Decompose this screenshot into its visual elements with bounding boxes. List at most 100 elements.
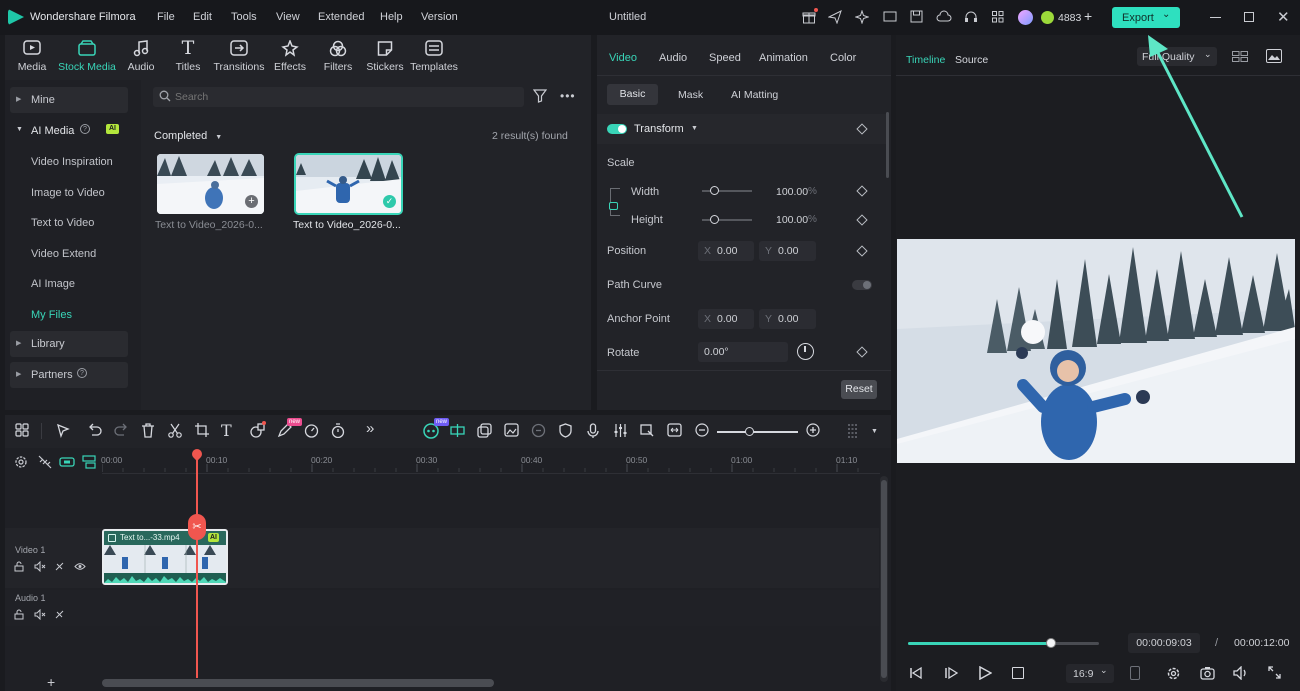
help-icon[interactable]: ? <box>80 124 90 134</box>
close-button[interactable]: ✕ <box>1277 8 1290 26</box>
voice-over-icon[interactable] <box>640 423 655 441</box>
subtab-ai-matting[interactable]: AI Matting <box>731 89 778 101</box>
unlink-icon[interactable] <box>38 455 52 472</box>
help-icon[interactable]: ? <box>77 368 87 378</box>
anchor-y-field[interactable]: Y 0.00 <box>759 309 816 329</box>
multicam-icon[interactable] <box>477 423 492 441</box>
search-box[interactable] <box>153 87 524 107</box>
lock-icon[interactable] <box>609 202 618 210</box>
sidebar-item-library[interactable]: ▶ Library <box>10 331 128 357</box>
stop-icon[interactable] <box>1012 667 1024 679</box>
subtab-basic[interactable]: Basic <box>607 84 658 105</box>
sidebar-item-image-to-video[interactable]: Image to Video <box>31 187 105 199</box>
playback-progress-track[interactable] <box>908 638 1099 648</box>
next-frame-icon[interactable] <box>944 666 959 683</box>
auto-sync-icon[interactable] <box>450 423 465 441</box>
track-manager-icon[interactable] <box>82 455 96 472</box>
previous-frame-icon[interactable] <box>909 666 923 683</box>
more-options-icon[interactable]: ••• <box>560 89 576 103</box>
preview-tab-source[interactable]: Source <box>955 54 988 66</box>
cloud-icon[interactable] <box>936 10 952 23</box>
speed-ramp-icon[interactable] <box>304 423 319 441</box>
fullscreen-icon[interactable] <box>1268 666 1281 682</box>
properties-scrollbar[interactable] <box>886 112 889 178</box>
mute-icon[interactable] <box>34 560 46 575</box>
zoom-slider[interactable] <box>717 427 798 436</box>
scissors-icon[interactable] <box>168 423 182 441</box>
avatar[interactable] <box>1018 10 1033 25</box>
menu-tools[interactable]: Tools <box>231 11 257 23</box>
add-icon[interactable]: + <box>245 195 258 208</box>
timeline-vertical-scrollbar[interactable] <box>880 476 888 682</box>
search-input[interactable] <box>175 89 505 105</box>
link-clips-icon[interactable] <box>59 456 75 471</box>
tab-templates[interactable]: Templates <box>406 38 462 76</box>
sidebar-item-my-files[interactable]: My Files <box>31 309 72 321</box>
aspect-ratio-dropdown[interactable]: 16:9 ⌄ <box>1066 664 1114 683</box>
monitor-icon[interactable] <box>883 11 897 23</box>
preview-tab-timeline[interactable]: Timeline <box>906 54 945 66</box>
menu-view[interactable]: View <box>276 11 300 23</box>
add-credits-icon[interactable]: + <box>1084 8 1092 24</box>
zoom-in-icon[interactable] <box>806 423 820 440</box>
caret-down-icon[interactable]: ▼ <box>691 125 698 132</box>
reset-button[interactable]: Reset <box>841 380 877 399</box>
sidebar-item-ai-image[interactable]: AI Image <box>31 278 75 290</box>
media-thumbnail[interactable]: + <box>157 154 264 214</box>
height-value[interactable]: 100.00 <box>776 214 808 226</box>
sidebar-item-partners[interactable]: ▶ Partners ? <box>10 362 128 388</box>
filter-icon[interactable] <box>532 89 548 106</box>
add-track-icon[interactable]: + <box>47 674 55 690</box>
play-icon[interactable] <box>978 665 993 683</box>
gift-icon[interactable] <box>802 10 816 24</box>
completed-filter-dropdown[interactable]: Completed ▼ <box>154 130 222 142</box>
crop-icon[interactable] <box>195 423 209 440</box>
menu-help[interactable]: Help <box>380 11 403 23</box>
lock-icon[interactable] <box>14 561 24 575</box>
camera-snapshot-icon[interactable] <box>1200 666 1215 683</box>
tab-media[interactable]: Media <box>4 38 60 76</box>
menu-file[interactable]: File <box>157 11 175 23</box>
sidebar-item-video-extend[interactable]: Video Extend <box>31 248 96 260</box>
zoom-out-icon[interactable] <box>695 423 709 440</box>
lock-icon[interactable] <box>14 609 24 623</box>
path-curve-toggle[interactable] <box>852 280 872 290</box>
timeline-video-clip[interactable]: Text to...-33.mp4 AI <box>102 529 228 585</box>
menu-edit[interactable]: Edit <box>193 11 212 23</box>
sidebar-item-mine[interactable]: ▶ Mine <box>10 87 128 113</box>
audio-mixer-icon[interactable] <box>613 423 628 441</box>
minimize-button[interactable] <box>1210 17 1221 18</box>
redo-icon[interactable] <box>114 423 129 440</box>
timeline-options-icon[interactable] <box>846 423 860 442</box>
timeline-horizontal-scrollbar[interactable] <box>102 679 494 687</box>
text-tool-icon[interactable]: T <box>221 421 232 440</box>
tab-color[interactable]: Color <box>830 52 856 64</box>
preview-video[interactable] <box>897 239 1295 463</box>
rotate-dial-icon[interactable] <box>797 343 814 360</box>
media-thumbnail-selected[interactable]: ✓ <box>294 153 403 215</box>
send-icon[interactable] <box>828 10 842 24</box>
playhead-line[interactable] <box>196 455 198 678</box>
shield-icon[interactable] <box>559 423 572 441</box>
maximize-button[interactable] <box>1244 12 1254 22</box>
width-value[interactable]: 100.00 <box>776 186 808 198</box>
menu-extended[interactable]: Extended <box>318 11 364 23</box>
tab-stock-media[interactable]: Stock Media <box>58 38 116 76</box>
track-settings-gear-icon[interactable] <box>14 455 28 472</box>
render-preview-icon[interactable] <box>1130 666 1140 680</box>
position-x-field[interactable]: X 0.00 <box>698 241 754 261</box>
tab-animation[interactable]: Animation <box>759 52 808 64</box>
sidebar-item-text-to-video[interactable]: Text to Video <box>31 217 94 229</box>
caret-down-icon[interactable]: ▼ <box>871 428 878 435</box>
stabilize-icon[interactable] <box>531 423 546 441</box>
volume-icon[interactable] <box>1233 665 1249 683</box>
tab-titles[interactable]: T Titles <box>160 37 216 76</box>
tab-video[interactable]: Video <box>609 52 637 64</box>
hide-clip-icon[interactable] <box>54 609 65 623</box>
export-button[interactable]: Export ⌄ <box>1112 7 1180 28</box>
menu-version[interactable]: Version <box>421 11 458 23</box>
save-icon[interactable] <box>910 10 923 23</box>
tab-stickers[interactable]: Stickers <box>357 38 413 76</box>
split-scissors-icon[interactable]: ✂ <box>188 514 206 540</box>
timer-icon[interactable] <box>331 423 345 441</box>
